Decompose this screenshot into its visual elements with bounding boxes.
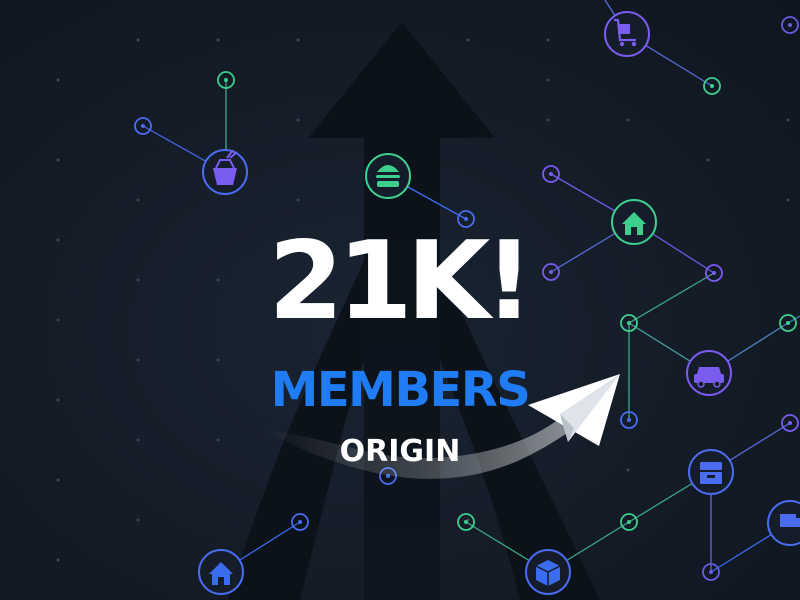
home-icon [198, 549, 244, 595]
burger-icon [365, 153, 411, 199]
package-icon [525, 549, 571, 595]
member-count-headline: 21K! [268, 219, 533, 344]
promo-banner: 21K! MEMBERS ORIGIN [0, 0, 800, 600]
home-icon [611, 199, 657, 245]
car-icon [686, 350, 732, 396]
shopping-cart-icon [604, 11, 650, 57]
inbox-tray-icon [688, 449, 734, 495]
delivery-truck-icon [767, 500, 800, 546]
members-label: MEMBERS [270, 362, 531, 418]
brand-logo: ORIGIN [339, 434, 461, 469]
takeout-box-icon [202, 149, 248, 195]
